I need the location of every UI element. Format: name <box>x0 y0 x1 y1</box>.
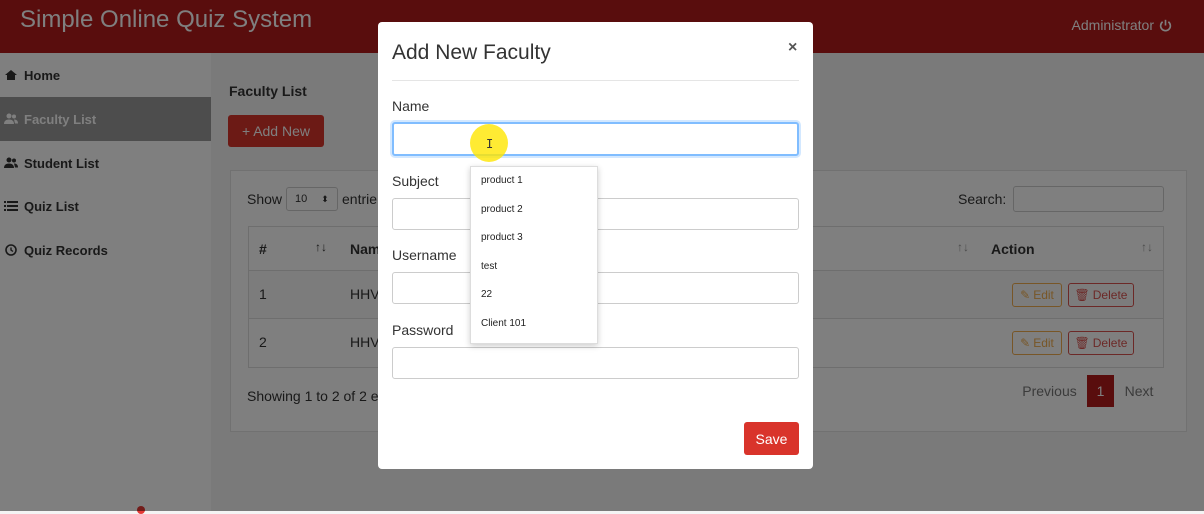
text-cursor-icon: I <box>486 137 494 151</box>
close-icon[interactable]: × <box>788 39 797 57</box>
autocomplete-option[interactable]: test <box>481 261 497 272</box>
subject-label: Subject <box>392 173 439 189</box>
autocomplete-option[interactable]: product 3 <box>481 232 523 243</box>
password-label: Password <box>392 322 454 338</box>
password-input[interactable] <box>392 347 799 379</box>
modal-divider <box>392 80 799 81</box>
name-label: Name <box>392 98 430 114</box>
autocomplete-option[interactable]: product 1 <box>481 175 523 186</box>
save-button[interactable]: Save <box>744 422 799 455</box>
autocomplete-dropdown: product 1 product 2 product 3 test 22 Cl… <box>470 166 598 344</box>
autocomplete-option[interactable]: product 2 <box>481 204 523 215</box>
autocomplete-option[interactable]: Client 101 <box>481 318 526 329</box>
autocomplete-option[interactable]: 22 <box>481 289 492 300</box>
username-label: Username <box>392 247 457 263</box>
modal-title: Add New Faculty <box>392 41 551 64</box>
name-input[interactable] <box>392 122 799 156</box>
